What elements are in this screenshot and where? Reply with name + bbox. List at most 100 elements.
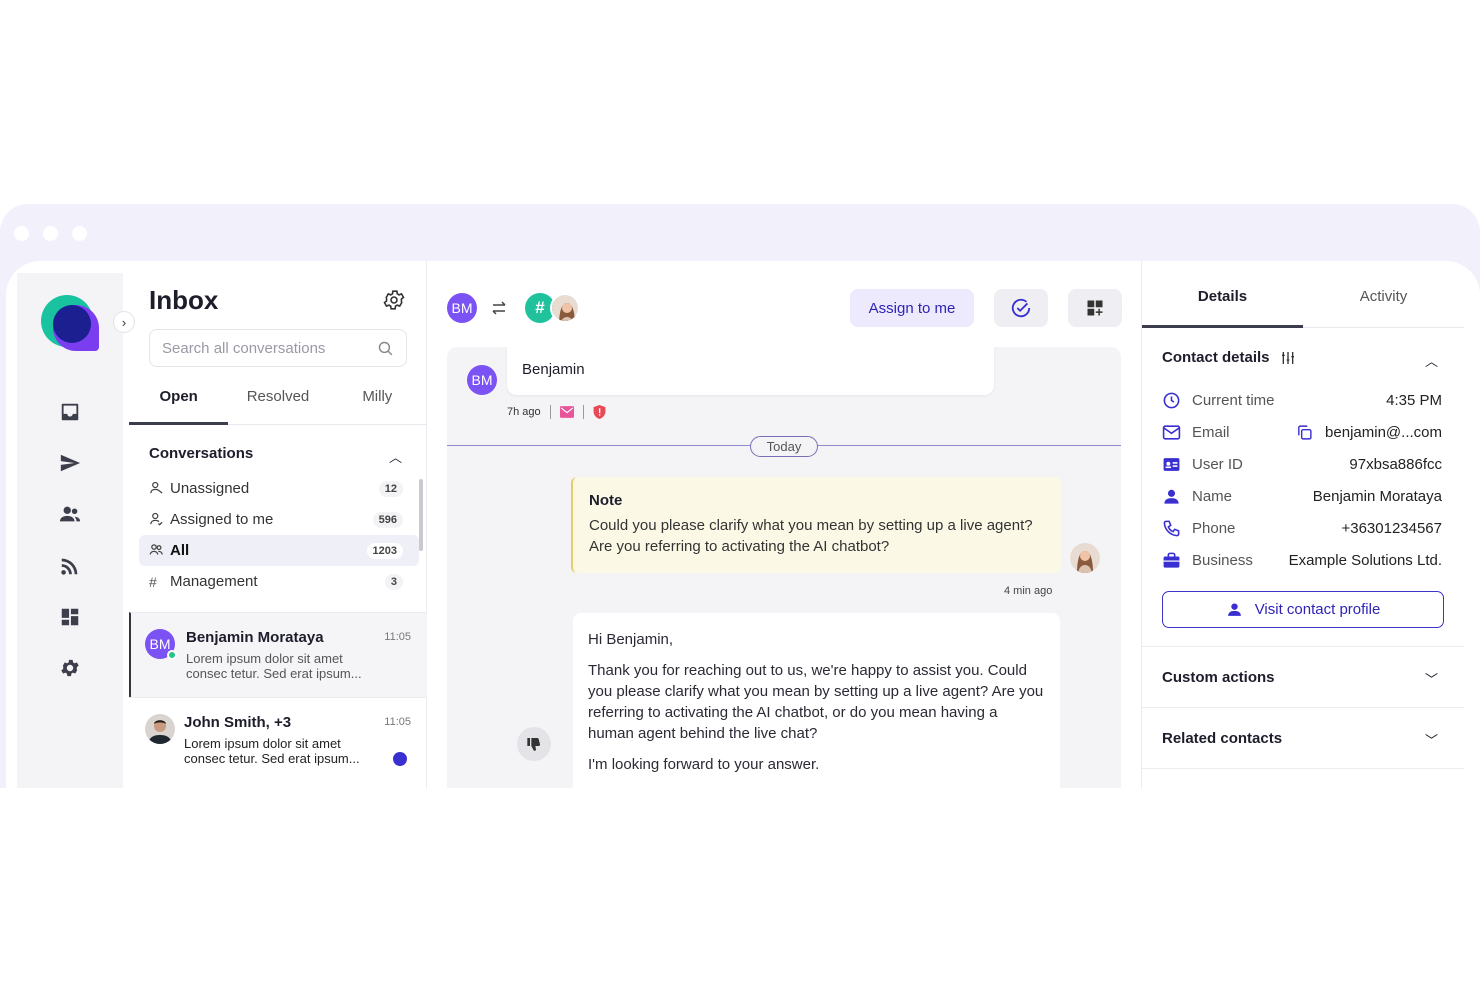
nav-rail	[17, 273, 123, 788]
search-input[interactable]	[150, 330, 360, 366]
mail-icon	[1162, 424, 1181, 440]
button-label: Visit contact profile	[1254, 601, 1381, 618]
tab-open[interactable]: Open	[129, 383, 229, 425]
feed-icon[interactable]	[57, 553, 83, 579]
folder-all[interactable]: All 1203	[139, 535, 419, 566]
conversation-preview: Lorem ipsum dolor sit amet consec tetur.…	[186, 651, 362, 681]
search-icon[interactable]	[377, 340, 394, 357]
detail-value: Benjamin Morataya	[1312, 487, 1442, 505]
inbox-panel: Inbox Open Resolved Milly Conversations …	[129, 261, 427, 788]
message-time: 7h ago	[507, 406, 541, 418]
tab-resolved[interactable]: Resolved	[228, 383, 327, 424]
detail-label: Business	[1192, 551, 1253, 569]
assign-to-me-button[interactable]: Assign to me	[850, 289, 974, 327]
detail-row-name: Name Benjamin Morataya	[1162, 484, 1442, 508]
online-indicator	[167, 650, 177, 660]
window-dot[interactable]	[72, 226, 87, 241]
folder-count: 3	[384, 573, 403, 590]
clock-icon	[1163, 392, 1180, 408]
chevron-down-icon[interactable]: ﹀	[1425, 669, 1438, 688]
detail-value-email: benjamin@...com	[1296, 424, 1442, 441]
thumbs-down-icon	[527, 737, 541, 751]
inbox-icon[interactable]	[57, 399, 83, 425]
tab-activity[interactable]: Activity	[1303, 275, 1464, 327]
detail-value: 4:35 PM	[1386, 391, 1442, 409]
folder-count: 12	[378, 480, 403, 497]
detail-row-user-id: User ID 97xbsa886fcc	[1162, 452, 1442, 476]
chevron-right-icon[interactable]: ›	[113, 311, 135, 333]
swap-icon[interactable]	[490, 299, 508, 317]
chevron-up-icon[interactable]: ︿	[1425, 351, 1438, 370]
avatar: BM	[467, 365, 497, 395]
copy-icon[interactable]	[1296, 424, 1313, 441]
people-icon	[149, 542, 166, 560]
send-icon[interactable]	[57, 450, 83, 476]
conversation-item[interactable]: John Smith, +3 11:05 Lorem ipsum dolor s…	[129, 697, 427, 782]
window-dot[interactable]	[14, 226, 29, 241]
message-closing: I'm looking forward to your answer.	[588, 756, 820, 773]
folder-management[interactable]: # Management 3	[139, 566, 419, 597]
incoming-message: Benjamin	[507, 347, 994, 395]
app-window: › Inbox Open Resolved Milly Conversation…	[0, 204, 1480, 788]
conversation-name: Benjamin Morataya	[186, 629, 324, 646]
detail-row-email: Email benjamin@...com	[1162, 420, 1442, 444]
resolve-button[interactable]	[994, 289, 1048, 327]
page-title: Inbox	[149, 285, 219, 315]
window-dot[interactable]	[43, 226, 58, 241]
gear-icon[interactable]	[382, 288, 406, 312]
date-divider: Today	[750, 436, 818, 457]
contacts-icon[interactable]	[57, 501, 83, 527]
person-icon	[1227, 603, 1241, 616]
contact-details-header[interactable]: Contact details	[1162, 349, 1296, 366]
folder-count: 596	[372, 511, 403, 528]
briefcase-icon	[1163, 552, 1180, 568]
inbox-tabs: Open Resolved Milly	[129, 383, 427, 425]
message-greeting: Hi Benjamin,	[588, 631, 674, 648]
settings-icon[interactable]	[57, 655, 83, 681]
detail-label: Phone	[1192, 519, 1236, 537]
section-title: Contact details	[1162, 349, 1270, 366]
conversation-item[interactable]: BM Benjamin Morataya 11:05 Lorem ipsum d…	[129, 612, 427, 697]
mail-icon	[559, 406, 574, 418]
detail-value: 97xbsa886fcc	[1349, 455, 1442, 473]
note-body: Could you please clarify what you mean b…	[589, 517, 1033, 555]
related-contacts-header[interactable]: Related contacts	[1162, 730, 1282, 747]
folder-unassigned[interactable]: Unassigned 12	[139, 473, 419, 504]
details-panel: Details Activity Contact details ︿ Curre…	[1141, 261, 1480, 788]
id-card-icon	[1163, 457, 1180, 471]
tab-details[interactable]: Details	[1142, 275, 1303, 328]
avatar	[1070, 543, 1100, 573]
visit-contact-profile-button[interactable]: Visit contact profile	[1162, 591, 1444, 628]
conversation-name: John Smith, +3	[184, 714, 292, 731]
note-time: 4 min ago	[1004, 585, 1053, 597]
unread-badge	[393, 752, 407, 766]
apps-button[interactable]	[1068, 289, 1122, 327]
tab-milly[interactable]: Milly	[328, 383, 427, 424]
detail-label: Current time	[1192, 391, 1275, 409]
divider	[1142, 768, 1464, 769]
detail-row-current-time: Current time 4:35 PM	[1162, 388, 1442, 412]
chevron-up-icon[interactable]: ︿	[389, 447, 402, 466]
check-circle-icon	[1011, 298, 1031, 318]
scrollbar[interactable]	[419, 479, 423, 551]
detail-row-business: Business Example Solutions Ltd.	[1162, 548, 1442, 572]
detail-value: +36301234567	[1341, 519, 1442, 537]
folder-assigned-to-me[interactable]: Assigned to me 596	[139, 504, 419, 535]
hash-icon: #	[149, 573, 157, 590]
avatar	[550, 293, 580, 323]
dashboard-icon[interactable]	[57, 604, 83, 630]
sliders-icon[interactable]	[1280, 350, 1296, 366]
divider	[1142, 707, 1464, 708]
thumbs-down-button[interactable]	[517, 727, 551, 761]
folder-count: 1203	[366, 542, 403, 559]
detail-row-phone: Phone +36301234567	[1162, 516, 1442, 540]
chat-header: BM # Assign to me	[427, 261, 1141, 345]
conversation-time: 11:05	[384, 631, 411, 643]
chevron-down-icon[interactable]: ﹀	[1425, 730, 1438, 749]
detail-value: Example Solutions Ltd.	[1288, 551, 1442, 569]
app-frame: › Inbox Open Resolved Milly Conversation…	[6, 261, 1480, 788]
message-body: Thank you for reaching out to us, we're …	[588, 662, 1044, 742]
folder-label: Unassigned	[170, 480, 250, 497]
message-thread: BM Benjamin 7h ago Today Note Could you …	[447, 347, 1121, 788]
custom-actions-header[interactable]: Custom actions	[1162, 669, 1275, 686]
